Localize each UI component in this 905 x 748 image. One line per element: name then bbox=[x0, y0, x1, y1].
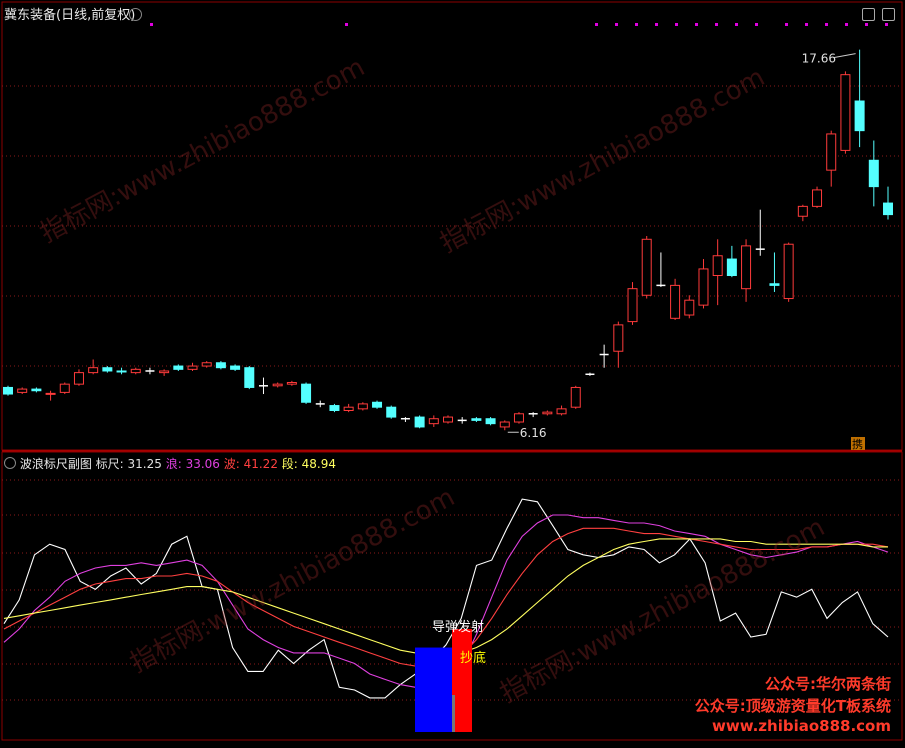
signal-divider bbox=[452, 695, 455, 732]
candle-body bbox=[372, 401, 383, 408]
candle-body bbox=[741, 245, 752, 290]
status-dot bbox=[735, 23, 738, 26]
signal-label-missile: 导弹发射 bbox=[432, 619, 484, 635]
candle-body bbox=[726, 258, 737, 277]
candle-body bbox=[244, 367, 255, 388]
diamond-icon[interactable] bbox=[862, 8, 875, 21]
candle-body bbox=[428, 418, 439, 425]
status-dot bbox=[865, 23, 868, 26]
high-label: 17.66 bbox=[802, 52, 836, 66]
candle-body bbox=[301, 383, 312, 403]
candle-body bbox=[3, 386, 13, 395]
candle-body bbox=[116, 370, 127, 373]
candle-body bbox=[59, 383, 70, 393]
corner-tag: 携 bbox=[852, 437, 863, 451]
sub-chart-values: 标尺: 31.25 浪: 33.06 波: 41.22 段: 48.94 bbox=[96, 457, 336, 471]
candle-body bbox=[17, 388, 28, 393]
candle-body bbox=[159, 370, 170, 374]
status-dot bbox=[655, 23, 658, 26]
candle-body bbox=[230, 365, 241, 370]
status-dot bbox=[635, 23, 638, 26]
status-dot bbox=[695, 23, 698, 26]
signal-bar-missile bbox=[415, 647, 452, 732]
status-dot bbox=[825, 23, 828, 26]
signal-label-bottom: 抄底 bbox=[460, 650, 486, 666]
candle-body bbox=[130, 368, 141, 374]
chart-stage: 17.66 6.16 携导弹发射抄底 冀东装备(日线,前复权) 波浪标尺副图 标尺:… bbox=[0, 0, 905, 744]
candle-body bbox=[499, 421, 510, 428]
status-dot bbox=[595, 23, 598, 26]
candle-body bbox=[826, 133, 837, 171]
status-dot bbox=[755, 23, 758, 26]
status-dot bbox=[150, 23, 153, 26]
sub-chart-header: 波浪标尺副图 标尺: 31.25 浪: 33.06 波: 41.22 段: 48… bbox=[4, 455, 336, 472]
status-dot bbox=[715, 23, 718, 26]
candle-body bbox=[513, 413, 524, 423]
candle-body bbox=[485, 418, 496, 425]
candle-body bbox=[868, 159, 879, 188]
candle-body bbox=[215, 362, 226, 369]
candle-body bbox=[471, 418, 482, 421]
status-dot bbox=[785, 23, 788, 26]
candle-body bbox=[357, 403, 368, 410]
chevron-down-icon[interactable] bbox=[4, 457, 16, 469]
candle-body bbox=[627, 288, 638, 323]
high-arrow bbox=[833, 53, 856, 59]
candle-body bbox=[414, 416, 425, 428]
candle-body bbox=[102, 367, 113, 372]
candle-body bbox=[613, 324, 624, 352]
candle-body bbox=[201, 362, 212, 367]
window-toggle-icon[interactable] bbox=[882, 8, 895, 21]
promo-line: www.zhibiao888.com bbox=[711, 717, 891, 735]
candle-body bbox=[812, 189, 823, 207]
candle-body bbox=[769, 283, 780, 286]
candle-body bbox=[272, 383, 283, 387]
candle-body bbox=[797, 205, 808, 217]
status-dot bbox=[845, 23, 848, 26]
candle-body bbox=[329, 405, 340, 411]
series-line-3 bbox=[3, 538, 888, 657]
candle-body bbox=[783, 243, 794, 300]
candle-body bbox=[570, 386, 581, 408]
candle-body bbox=[698, 268, 709, 306]
candle-body bbox=[386, 406, 397, 418]
candle-body bbox=[883, 202, 893, 216]
candle-body bbox=[73, 372, 84, 385]
low-label: 6.16 bbox=[520, 426, 547, 440]
status-dot bbox=[615, 23, 618, 26]
candle-body bbox=[854, 100, 865, 132]
candle-body bbox=[31, 388, 42, 392]
candle-body bbox=[343, 406, 354, 411]
main-chart-title: 冀东装备(日线,前复权) bbox=[4, 8, 136, 23]
status-dot bbox=[885, 23, 888, 26]
candle-body bbox=[670, 284, 681, 319]
candle-body bbox=[840, 74, 851, 151]
candle-body bbox=[88, 367, 99, 374]
candle-body bbox=[443, 416, 453, 423]
candle-body bbox=[556, 408, 567, 415]
sub-chart-title: 波浪标尺副图 bbox=[19, 457, 92, 471]
promo-line: 公众号:华尔两条街 bbox=[765, 675, 891, 693]
candle-body bbox=[187, 365, 198, 370]
chart-canvas: 17.66 6.16 携导弹发射抄底 bbox=[1, 1, 903, 741]
candle-body bbox=[641, 238, 652, 296]
status-dot bbox=[675, 23, 678, 26]
sub-value-1: 浪: 33.06 bbox=[161, 457, 220, 471]
candle-body bbox=[542, 411, 553, 415]
sub-value-2: 波: 41.22 bbox=[219, 457, 278, 471]
candle-body bbox=[286, 382, 297, 385]
status-dot bbox=[345, 23, 348, 26]
candle-body bbox=[684, 299, 695, 316]
candle-body bbox=[173, 365, 184, 370]
candle-body bbox=[712, 255, 723, 277]
sub-value-3: 段: 48.94 bbox=[277, 457, 336, 471]
promo-line: 公众号:顶级游资量化T板系统 bbox=[694, 697, 891, 715]
sub-value-0: 标尺: 31.25 bbox=[95, 457, 162, 471]
status-dot bbox=[805, 23, 808, 26]
candle-body bbox=[45, 392, 56, 395]
chevron-down-icon[interactable] bbox=[129, 8, 142, 21]
